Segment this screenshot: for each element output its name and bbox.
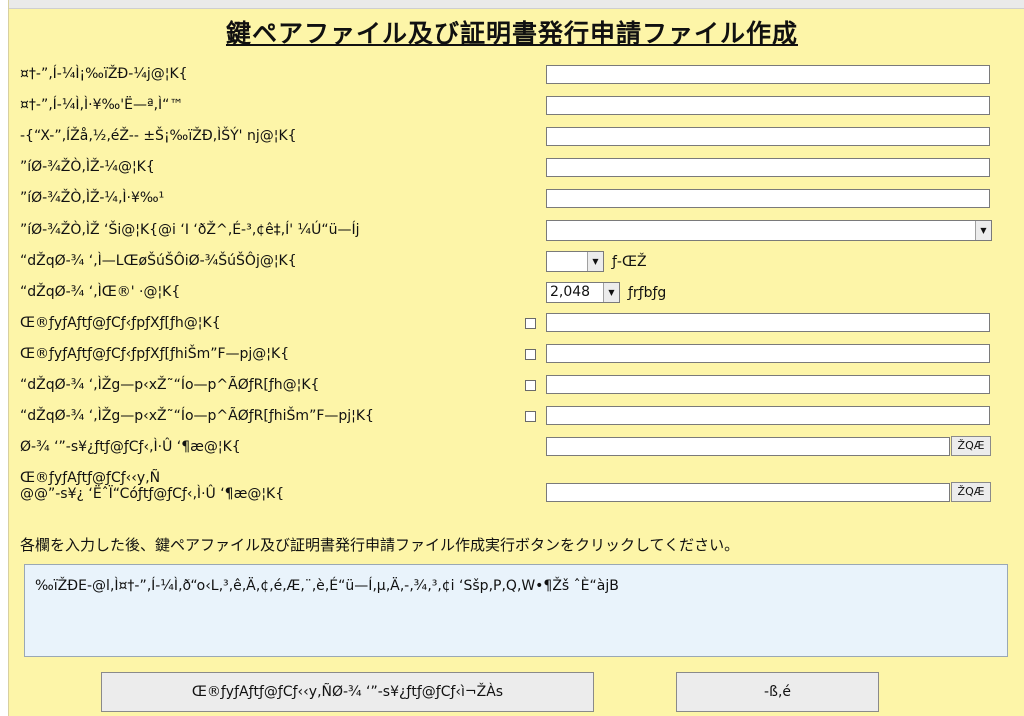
label-head-office-address: -{“X-”‚ÍŽå‚½‚éŽ-- ±Š¡‰ïŽÐ‚ÌŠÝ' nj@¦K{ (20, 128, 297, 144)
application-file-path-input[interactable] (546, 437, 950, 456)
subject-name-input[interactable] (546, 158, 990, 177)
instruction-text: 各欄を入力した後、鍵ペアファイル及び証明書発行申請ファイル作成実行ボタンをクリッ… (20, 536, 740, 554)
company-name-reading-input[interactable] (546, 96, 990, 115)
label-revocation-code: “dŽqØ-¾ ‘‚ÌŽg—p‹xŽ˜“Íо—p^ÃØƒR[ƒh@¦K{ (20, 377, 320, 393)
label-keypair-password: Œ®ƒyƒAƒtƒ@ƒCƒ‹ƒpƒXƒ[ƒh@¦K{ (20, 315, 221, 331)
key-length-select[interactable]: 2,048 ▼ (546, 282, 620, 303)
label-validity-period: “dŽqØ-¾ ‘‚Ì—LŒøŠúŠÔiØ-¾ŠúŠÔj@¦K{ (20, 253, 297, 269)
chevron-down-icon[interactable]: ▼ (975, 221, 991, 240)
label-subject-qualification: ”íØ-¾ŽÒ‚ÌŽ ‘Ši@¦K{@i ‘I ‘ðŽ^‚É-³‚¢ê‡‚Í' … (20, 222, 360, 238)
label-company-name: ¤†-”‚Í-¼Ì¡‰ïŽÐ-¼j@¦K{ (20, 66, 188, 82)
revocation-code-confirm-show-checkbox[interactable] (525, 411, 536, 422)
label-keypair-password-confirm: Œ®ƒyƒAƒtƒ@ƒCƒ‹ƒpƒXƒ[ƒhiŠm”F—pj@¦K{ (20, 346, 290, 362)
validity-period-select[interactable]: ▼ (546, 251, 604, 272)
page-title: 鍵ペアファイル及び証明書発行申請ファイル作成 (225, 19, 798, 48)
window-top-bar (0, 0, 1024, 9)
keypair-password-confirm-input[interactable] (546, 344, 990, 363)
revocation-code-show-checkbox[interactable] (525, 380, 536, 391)
qualification-select[interactable]: ▼ (546, 220, 992, 241)
label-subject-name: ”íØ-¾ŽÒ‚ÌŽ-¼@¦K{ (20, 159, 155, 175)
revocation-code-confirm-input[interactable] (546, 406, 990, 425)
message-box: ‰ïŽÐE-@l‚Ì¤†-”‚Í-¼Ì‚ð“o‹L‚³‚ê‚Ä‚¢‚é‚Æ‚¨‚… (24, 564, 1008, 657)
revocation-code-input[interactable] (546, 375, 990, 394)
label-key-length: “dŽqØ-¾ ‘‚ÌŒ®' ·@¦K{ (20, 284, 181, 300)
chevron-down-icon[interactable]: ▼ (603, 283, 619, 302)
head-office-address-input[interactable] (546, 127, 990, 146)
key-length-value: 2,048 (550, 284, 591, 300)
browse-button[interactable]: ŽQÆ (951, 436, 991, 456)
keypair-password-confirm-show-checkbox[interactable] (525, 349, 536, 360)
label-revocation-code-confirm: “dŽqØ-¾ ‘‚ÌŽg—p‹xŽ˜“Íо—p^ÃØƒR[ƒhiŠm”F—pj… (20, 408, 374, 424)
label-keypair-save-path: Œ®ƒyƒAƒtƒ@ƒCƒ‹‹y‚Ñ @@”-s¥¿ ‘ËˆÏ“Cóƒtƒ@ƒC… (20, 470, 284, 502)
close-button[interactable]: -ß‚é (676, 672, 879, 712)
validity-unit-label: ƒ-ŒŽ (612, 254, 647, 270)
company-name-input[interactable] (546, 65, 990, 84)
create-files-button[interactable]: Œ®ƒyƒAƒtƒ@ƒCƒ‹‹y‚ÑØ-¾ ‘”-s¥¿ƒtƒ@ƒCƒ‹ì¬ŽÀ… (101, 672, 594, 712)
label-keypair-save-path-line1: Œ®ƒyƒAƒtƒ@ƒCƒ‹‹y‚Ñ (20, 470, 161, 486)
subject-name-reading-input[interactable] (546, 189, 990, 208)
keypair-password-input[interactable] (546, 313, 990, 332)
key-length-unit-label: ƒrƒbƒg (628, 285, 667, 301)
keypair-file-path-input[interactable] (546, 483, 950, 502)
label-company-name-reading: ¤†-”‚Í-¼Ì‚Ì·¥‰'Ë—ª‚Ì“™ (20, 97, 184, 113)
keypair-password-show-checkbox[interactable] (525, 318, 536, 329)
label-subject-name-reading: ”íØ-¾ŽÒ‚ÌŽ-¼‚Ì·¥‰¹ (20, 190, 165, 206)
window-left-edge (0, 0, 9, 716)
label-application-file-save-path: Ø-¾ ‘”-s¥¿ƒtƒ@ƒCƒ‹‚Ì·Û ‘¶æ@¦K{ (20, 439, 241, 455)
browse-button[interactable]: ŽQÆ (951, 482, 991, 502)
label-keypair-save-path-line2: @@”-s¥¿ ‘ËˆÏ“Cóƒtƒ@ƒCƒ‹‚Ì·Û ‘¶æ@¦K{ (20, 486, 285, 502)
chevron-down-icon[interactable]: ▼ (587, 252, 603, 271)
